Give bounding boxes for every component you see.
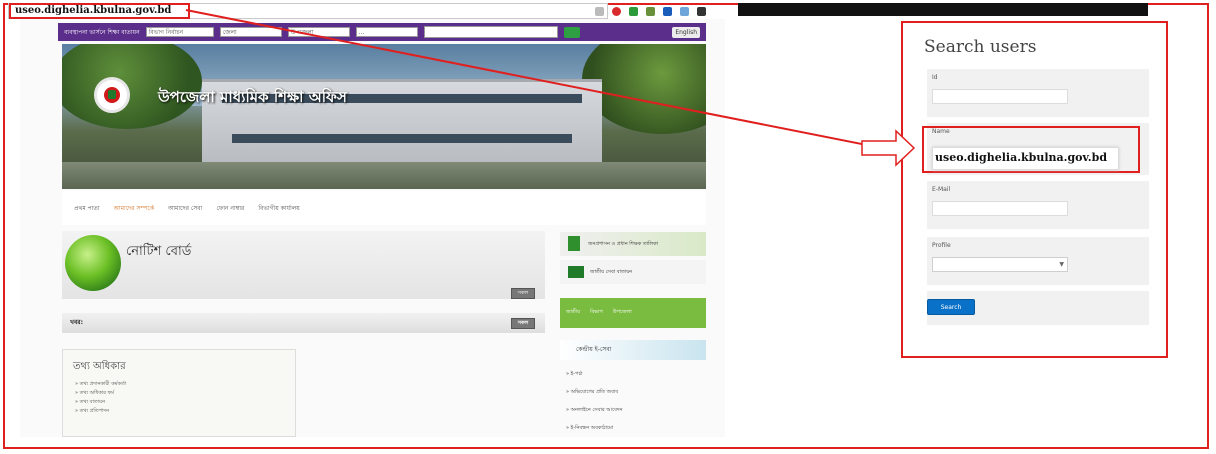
menu-item-phone[interactable]: ফোন নাম্বার: [216, 203, 244, 214]
search-button[interactable]: Search: [927, 299, 975, 315]
id-input[interactable]: [932, 89, 1068, 104]
news-more-button[interactable]: সকল: [511, 318, 535, 329]
service-link[interactable]: » অনলাইনে সেবার আবেদন: [566, 401, 622, 419]
central-eservice-header: কেন্দ্রীয় ই-সেবা: [560, 340, 706, 360]
chevron-down-icon: ▼: [1059, 261, 1064, 268]
dark-window-strip: [738, 3, 1148, 16]
profile-field-group: Profile ▼: [927, 237, 1149, 285]
email-input[interactable]: [932, 201, 1068, 216]
english-button[interactable]: English: [672, 26, 700, 38]
main-menu: প্রথম পাতা আমাদের সম্পর্কে আমাদের সেবা ফ…: [62, 191, 706, 225]
shield-icon[interactable]: [680, 6, 689, 16]
banner-ground: [62, 162, 706, 189]
right-sidebar: জনপ্রশাসন ও প্রধান শিক্ষক তালিকা জাতীয় …: [560, 232, 706, 437]
notice-board: নোটিশ বোর্ড সকল: [62, 231, 545, 299]
email-field-group: E-Mail: [927, 181, 1149, 229]
teacher-list-card[interactable]: জনপ্রশাসন ও প্রধান শিক্ষক তালিকা: [560, 232, 706, 256]
profile-select[interactable]: ▼: [932, 257, 1068, 272]
nav-search-input[interactable]: [423, 26, 558, 38]
menu-icon[interactable]: [663, 6, 672, 16]
service-link[interactable]: » অভিযোগের প্রতি জবাব: [566, 383, 622, 401]
truck-icon: [568, 266, 584, 278]
tab-division[interactable]: বিভাগ: [590, 309, 603, 317]
news-ticker: খবর: সকল: [62, 313, 545, 333]
top-nav: ব্যবস্থাপনা ভার্সনে শিক্ষা বাতায়ন বিভাগ…: [58, 23, 706, 41]
settings-icon[interactable]: [697, 6, 706, 16]
info-rights-box: তথ্য অধিকার » তথ্য প্রদানকারী কর্মকর্তা …: [62, 349, 296, 437]
bangladesh-emblem: [94, 77, 130, 113]
globe-icon: [65, 235, 121, 291]
id-label: Id: [932, 74, 938, 81]
profile-label: Profile: [932, 242, 951, 249]
menu-item-division[interactable]: বিভাগীয় কার্যালয়: [258, 203, 300, 214]
service-link[interactable]: » ই-পর্চা: [566, 365, 622, 383]
url-text[interactable]: useo.dighelia.kbulna.gov.bd: [9, 3, 190, 19]
menu-item-services[interactable]: আমাদের সেবা: [168, 203, 202, 214]
browser-address-bar[interactable]: useo.dighelia.kbulna.gov.bd: [8, 3, 608, 19]
division-select[interactable]: বিভাগ নির্বাচন: [145, 27, 214, 37]
notice-title: নোটিশ বোর্ড: [126, 244, 192, 259]
menu-item-home[interactable]: প্রথম পাতা: [74, 203, 100, 214]
search-users-title: Search users: [924, 37, 1037, 57]
notice-more-button[interactable]: সকল: [511, 288, 535, 299]
info-title: তথ্য অধিকার: [73, 361, 126, 372]
tab-upazila[interactable]: উপজেলা: [613, 309, 632, 317]
extension-icon[interactable]: [629, 6, 638, 16]
name-input[interactable]: useo.dighelia.kbulna.gov.bd: [932, 147, 1119, 170]
extra-select[interactable]: ...: [355, 27, 418, 37]
upazila-select[interactable]: উপজেলা: [287, 27, 350, 37]
opera-icon[interactable]: [612, 6, 621, 16]
info-link[interactable]: » তথ্য বাতায়ন: [75, 398, 126, 407]
website-screenshot: ব্যবস্থাপনা ভার্সনে শিক্ষা বাতায়ন বিভাগ…: [20, 19, 725, 437]
services-list: » ই-পর্চা » অভিযোগের প্রতি জবাব » অনলাইন…: [566, 365, 622, 437]
info-link[interactable]: » তথ্য প্রদানকারী কর্মকর্তা: [75, 380, 126, 389]
service-portal-card[interactable]: জাতীয় সেবা বাতায়ন: [560, 260, 706, 284]
info-list: » তথ্য প্রদানকারী কর্মকর্তা » তথ্য অধিকা…: [75, 380, 126, 416]
go-button[interactable]: [563, 26, 580, 38]
browser-toolbar-icons: [595, 5, 706, 17]
emblem-map: [108, 90, 116, 99]
info-link[interactable]: » তথ্য অধিকার ফর্ম: [75, 389, 126, 398]
star-icon[interactable]: [595, 6, 604, 16]
service-link[interactable]: » ই-নিবন্ধন অবকাঠামো: [566, 419, 622, 437]
menu-item-about[interactable]: আমাদের সম্পর্কে: [114, 203, 154, 214]
id-field-group: Id: [927, 69, 1149, 117]
nav-label: ব্যবস্থাপনা ভার্সনে শিক্ষা বাতায়ন: [64, 28, 140, 36]
news-label: খবর:: [70, 319, 83, 326]
email-label: E-Mail: [932, 186, 951, 193]
region-tabs: জাতীয় বিভাগ উপজেলা: [560, 298, 706, 328]
document-icon: [568, 236, 580, 251]
district-select[interactable]: জেলা: [219, 27, 282, 37]
banner-image: উপজেলা মাধ্যমিক শিক্ষা অফিস: [62, 44, 706, 189]
building-windows-row2: [232, 134, 572, 143]
info-link[interactable]: » তথ্য প্রতিপাদন: [75, 407, 126, 416]
flag-icon[interactable]: [646, 6, 655, 16]
tab-national[interactable]: জাতীয়: [566, 309, 580, 317]
office-title: উপজেলা মাধ্যমিক শিক্ষা অফিস: [158, 88, 347, 106]
